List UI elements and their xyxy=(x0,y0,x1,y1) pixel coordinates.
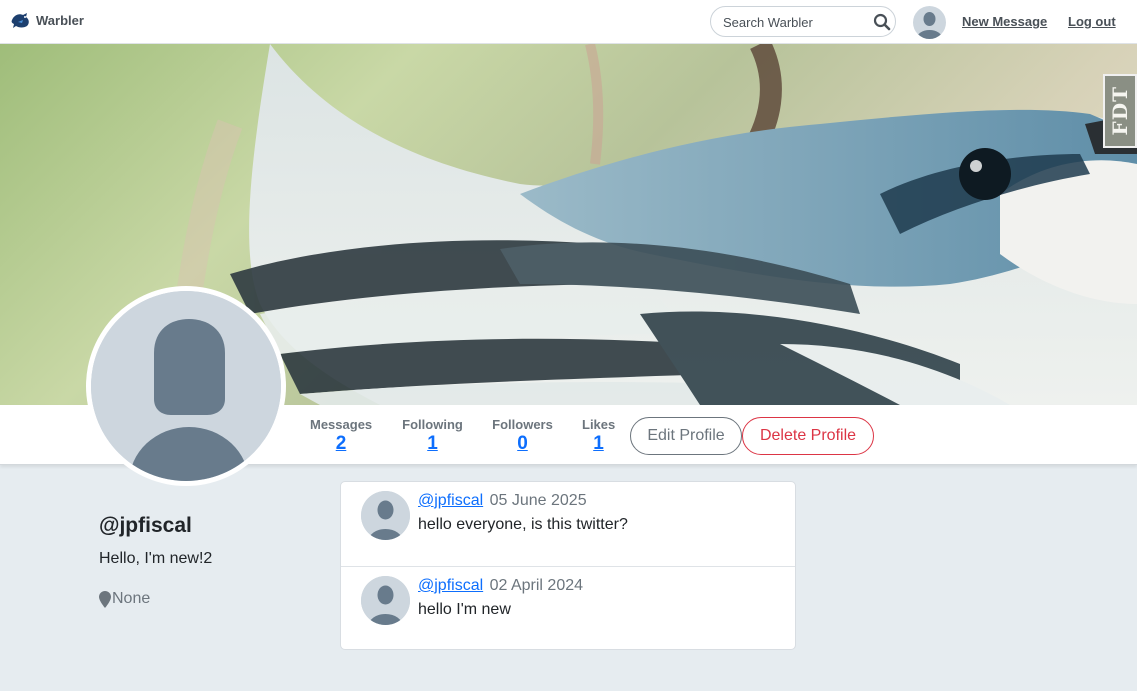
profile-avatar xyxy=(86,286,286,486)
stat-messages: Messages 2 xyxy=(310,417,372,455)
new-message-link[interactable]: New Message xyxy=(962,14,1047,29)
map-marker-icon xyxy=(99,590,111,608)
message-user-link[interactable]: @jpfiscal xyxy=(418,492,483,509)
message-header: @jpfiscal 05 June 2025 xyxy=(418,492,587,510)
message-header: @jpfiscal 02 April 2024 xyxy=(418,577,583,595)
search-icon[interactable] xyxy=(873,13,891,31)
avatar-icon xyxy=(361,491,410,540)
profile-location-text: None xyxy=(112,590,151,607)
brand-name: Warbler xyxy=(36,12,84,28)
profile-username: @jpfiscal xyxy=(99,514,192,537)
stat-following-label: Following xyxy=(402,417,463,432)
avatar-icon xyxy=(361,576,410,625)
logout-link[interactable]: Log out xyxy=(1068,14,1116,29)
warbler-logo-icon xyxy=(11,13,29,28)
message-user-link[interactable]: @jpfiscal xyxy=(418,577,483,594)
stat-messages-label: Messages xyxy=(310,417,373,432)
messages-list: @jpfiscal 05 June 2025 hello everyone, i… xyxy=(340,481,796,650)
message-avatar[interactable] xyxy=(361,491,410,540)
brand-link[interactable]: Warbler xyxy=(10,11,84,29)
stat-following-value[interactable]: 1 xyxy=(402,433,463,455)
stat-following: Following 1 xyxy=(402,417,463,455)
message-avatar[interactable] xyxy=(361,576,410,625)
search-input[interactable] xyxy=(723,13,863,31)
delete-profile-button[interactable]: Delete Profile xyxy=(742,417,874,455)
avatar-icon xyxy=(91,291,281,481)
extension-badge-label: FDT xyxy=(1108,86,1132,136)
message-text: hello everyone, is this twitter? xyxy=(418,516,628,533)
stat-followers-label: Followers xyxy=(492,417,553,432)
stat-followers-value[interactable]: 0 xyxy=(492,433,553,455)
edit-profile-button[interactable]: Edit Profile xyxy=(630,417,742,455)
message-date: 02 April 2024 xyxy=(489,577,584,594)
message-item[interactable]: @jpfiscal 05 June 2025 hello everyone, i… xyxy=(341,482,795,566)
profile-bio: Hello, I'm new!2 xyxy=(99,550,213,567)
profile-location: None xyxy=(99,590,150,608)
stat-likes: Likes 1 xyxy=(582,417,615,455)
stat-messages-value[interactable]: 2 xyxy=(310,433,372,455)
message-text: hello I'm new xyxy=(418,601,511,618)
extension-badge[interactable]: FDT xyxy=(1103,74,1137,148)
stat-likes-label: Likes xyxy=(582,417,616,432)
navbar: Warbler New Message Log out xyxy=(0,0,1137,44)
message-date: 05 June 2025 xyxy=(489,492,587,509)
nav-avatar[interactable] xyxy=(913,6,946,39)
stat-likes-value[interactable]: 1 xyxy=(582,433,615,455)
message-item[interactable]: @jpfiscal 02 April 2024 hello I'm new xyxy=(341,566,795,651)
stat-followers: Followers 0 xyxy=(492,417,553,455)
search-form xyxy=(710,6,896,37)
avatar-icon xyxy=(913,6,946,39)
